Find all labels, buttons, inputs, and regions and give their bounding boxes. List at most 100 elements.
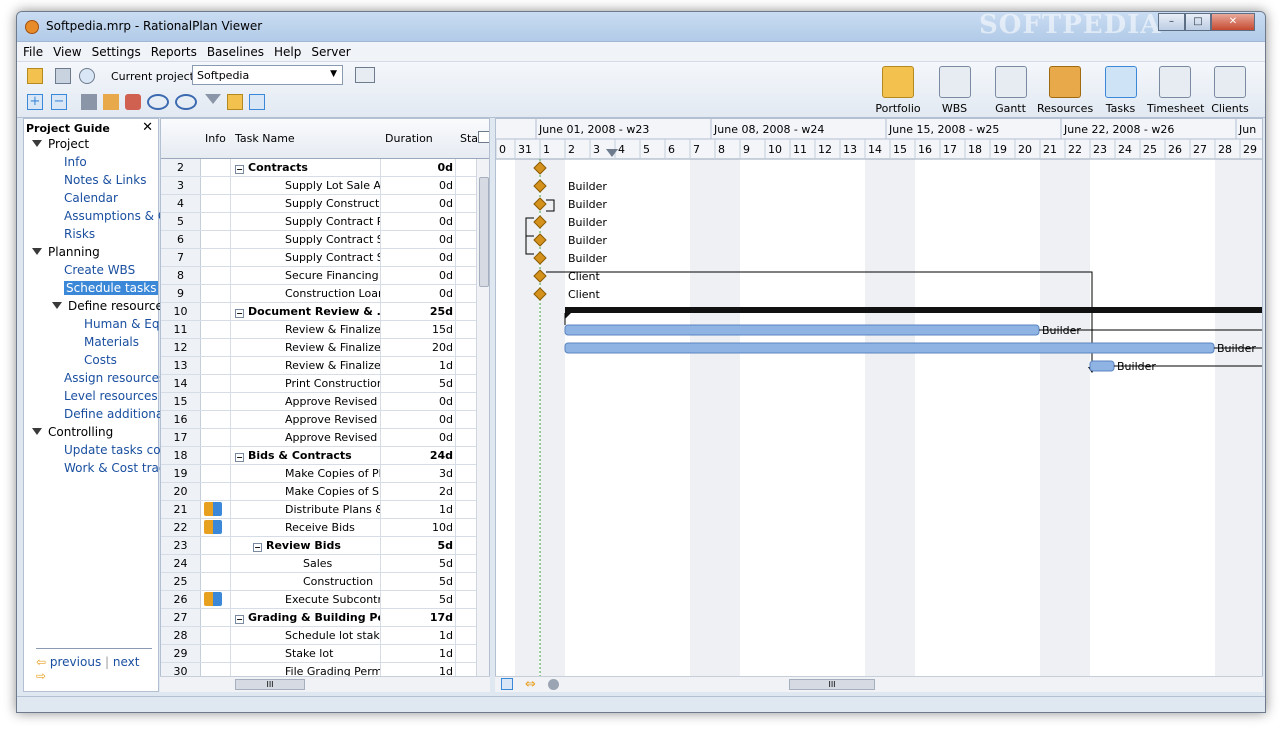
gantt-hscroll-thumb[interactable]: III bbox=[789, 679, 875, 690]
row-task-name[interactable]: Make Copies of Spec... bbox=[231, 483, 381, 500]
grid-vertical-scrollbar[interactable] bbox=[476, 159, 489, 691]
zoom-dot-icon[interactable] bbox=[548, 679, 559, 690]
guide-item-controlling[interactable]: Controlling bbox=[32, 425, 113, 439]
print-preview-icon[interactable] bbox=[79, 68, 95, 84]
table-row[interactable]: 23− Review Bids 5d bbox=[161, 537, 489, 555]
table-row[interactable]: 27 −Grading & Building Pe...17d bbox=[161, 609, 489, 627]
row-task-name[interactable]: − Contracts bbox=[231, 159, 381, 176]
row-duration[interactable]: 1d bbox=[381, 627, 456, 644]
collapse-toggle-icon[interactable]: − bbox=[235, 453, 244, 462]
expand-triangle-icon[interactable] bbox=[32, 428, 42, 435]
column-chooser-icon[interactable] bbox=[478, 131, 489, 143]
row-duration[interactable]: 0d bbox=[381, 249, 456, 266]
row-task-name[interactable]: Execute Subcontract... bbox=[231, 591, 381, 608]
row-duration[interactable]: 5d bbox=[381, 537, 456, 554]
table-row[interactable]: 8 Secure Financing 0d bbox=[161, 267, 489, 285]
table-row[interactable]: 19 Make Copies of Plan...3d bbox=[161, 465, 489, 483]
row-duration[interactable]: 0d bbox=[381, 267, 456, 284]
table-row[interactable]: 24 Sales 5d bbox=[161, 555, 489, 573]
row-task-name[interactable]: Approve Revised Sit... bbox=[231, 429, 381, 446]
row-task-name[interactable]: Make Copies of Plan... bbox=[231, 465, 381, 482]
row-duration[interactable]: 0d bbox=[381, 429, 456, 446]
row-duration[interactable]: 5d bbox=[381, 591, 456, 608]
indent-icon[interactable] bbox=[81, 94, 97, 110]
close-icon[interactable]: ✕ bbox=[142, 120, 153, 135]
row-task-name[interactable]: Construction Loan S... bbox=[231, 285, 381, 302]
table-row[interactable]: 26 Execute Subcontract...5d bbox=[161, 591, 489, 609]
row-task-name[interactable]: Approve Revised Sp... bbox=[231, 411, 381, 428]
close-button[interactable]: ✕ bbox=[1211, 13, 1255, 31]
row-duration[interactable]: 1d bbox=[381, 645, 456, 662]
collapse-icon[interactable]: − bbox=[51, 94, 67, 110]
row-task-name[interactable]: Approve Revised Pla... bbox=[231, 393, 381, 410]
menu-baselines[interactable]: Baselines bbox=[201, 42, 268, 59]
row-task-name[interactable]: Review & Finalize Pla... bbox=[231, 321, 381, 338]
row-duration[interactable]: 0d bbox=[381, 213, 456, 230]
row-duration[interactable]: 15d bbox=[381, 321, 456, 338]
expand-triangle-icon[interactable] bbox=[52, 302, 62, 309]
gantt-horizontal-scrollbar[interactable]: ⇔ III bbox=[495, 676, 1263, 692]
row-duration[interactable]: 0d bbox=[381, 231, 456, 248]
collapse-toggle-icon[interactable]: − bbox=[235, 165, 244, 174]
table-row[interactable]: 2− Contracts 0d bbox=[161, 159, 489, 177]
table-row[interactable]: 4 Supply Construction ...0d bbox=[161, 195, 489, 213]
row-task-name[interactable]: Review & Finalize Sp... bbox=[231, 339, 381, 356]
expand-icon[interactable]: + bbox=[27, 94, 43, 110]
table-row[interactable]: 10 − Document Review & ... 25d bbox=[161, 303, 489, 321]
row-duration[interactable]: 2d bbox=[381, 483, 456, 500]
link-tasks-icon[interactable] bbox=[125, 94, 141, 110]
row-task-name[interactable]: Distribute Plans & Sp... bbox=[231, 501, 381, 518]
row-duration[interactable]: 0d bbox=[381, 411, 456, 428]
next-link[interactable]: next bbox=[113, 655, 140, 669]
table-row[interactable]: 25 Construction 5d bbox=[161, 573, 489, 591]
menu-view[interactable]: View bbox=[47, 42, 85, 59]
menu-help[interactable]: Help bbox=[268, 42, 305, 59]
email-icon[interactable] bbox=[355, 67, 375, 83]
row-duration[interactable]: 25d bbox=[381, 303, 456, 320]
row-task-name[interactable]: Sales bbox=[231, 555, 381, 572]
table-row[interactable]: 5 Supply Contract Plan...0d bbox=[161, 213, 489, 231]
column-info[interactable]: Info bbox=[205, 132, 226, 145]
gantt-settings-icon[interactable] bbox=[501, 678, 513, 690]
current-project-select[interactable]: Softpedia ▼ bbox=[192, 65, 343, 85]
table-row[interactable]: 28 Schedule lot stake-o...1d bbox=[161, 627, 489, 645]
table-row[interactable]: 21 Distribute Plans & Sp...1d bbox=[161, 501, 489, 519]
row-duration[interactable]: 24d bbox=[381, 447, 456, 464]
guide-item-info[interactable]: Info bbox=[64, 155, 87, 169]
row-duration[interactable]: 5d bbox=[381, 555, 456, 572]
row-duration[interactable]: 0d bbox=[381, 195, 456, 212]
menu-reports[interactable]: Reports bbox=[145, 42, 201, 59]
table-row[interactable]: 12 Review & Finalize Sp...20d bbox=[161, 339, 489, 357]
menu-server[interactable]: Server bbox=[305, 42, 354, 59]
row-task-name[interactable]: Construction bbox=[231, 573, 381, 590]
row-duration[interactable]: 10d bbox=[381, 519, 456, 536]
row-task-name[interactable]: Print Construction Dr... bbox=[231, 375, 381, 392]
table-row[interactable]: 18− Bids & Contracts 24d bbox=[161, 447, 489, 465]
timesheet-button[interactable]: Timesheet bbox=[1147, 66, 1204, 115]
row-task-name[interactable]: Stake lot bbox=[231, 645, 381, 662]
row-task-name[interactable]: Secure Financing bbox=[231, 267, 381, 284]
collapse-toggle-icon[interactable]: − bbox=[253, 543, 262, 552]
row-task-name[interactable]: − Document Review & ... bbox=[231, 303, 381, 320]
guide-item-planning[interactable]: Planning bbox=[32, 245, 100, 259]
table-row[interactable]: 14 Print Construction Dr...5d bbox=[161, 375, 489, 393]
guide-item-costs[interactable]: Costs bbox=[84, 353, 117, 367]
row-task-name[interactable]: Schedule lot stake-o... bbox=[231, 627, 381, 644]
row-task-name[interactable]: Receive Bids bbox=[231, 519, 381, 536]
table-row[interactable]: 20 Make Copies of Spec...2d bbox=[161, 483, 489, 501]
guide-item-risks[interactable]: Risks bbox=[64, 227, 95, 241]
row-task-name[interactable]: − Review Bids bbox=[231, 537, 381, 554]
guide-item-calendar[interactable]: Calendar bbox=[64, 191, 118, 205]
row-task-name[interactable]: − Bids & Contracts bbox=[231, 447, 381, 464]
row-task-name[interactable]: Supply Contract Spe... bbox=[231, 231, 381, 248]
guide-item-define-resources[interactable]: Define resources bbox=[52, 299, 169, 313]
row-task-name[interactable]: Supply Contract Plan... bbox=[231, 213, 381, 230]
menu-settings[interactable]: Settings bbox=[86, 42, 145, 59]
hscroll-thumb[interactable]: III bbox=[235, 679, 305, 690]
row-task-name[interactable]: Supply Construction ... bbox=[231, 195, 381, 212]
row-duration[interactable]: 1d bbox=[381, 357, 456, 374]
resources-button[interactable]: Resources bbox=[1037, 66, 1093, 115]
guide-item-schedule-tasks[interactable]: Schedule tasks bbox=[64, 281, 159, 295]
column-task-name[interactable]: Task Name bbox=[235, 132, 295, 145]
minimize-button[interactable]: – bbox=[1158, 13, 1185, 31]
